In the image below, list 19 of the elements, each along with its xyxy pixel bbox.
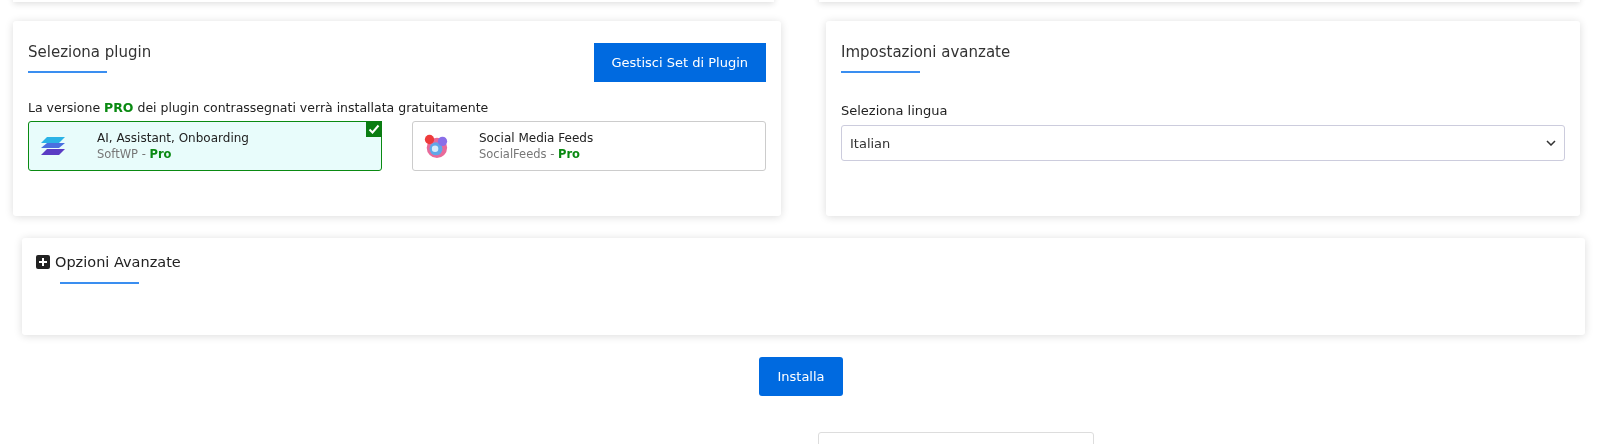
plugin-vendor: SoftWP - Pro bbox=[97, 147, 173, 161]
checkbox-checked-icon bbox=[366, 121, 382, 137]
layers-icon bbox=[39, 135, 67, 157]
section-title: Seleziona plugin bbox=[28, 43, 152, 61]
field-label: Seleziona lingua bbox=[841, 103, 949, 118]
notice-text: La versione PRO dei plugin contrassegnati verrà installata gratuitamente bbox=[28, 100, 490, 115]
install-button[interactable]: Installa bbox=[759, 357, 843, 396]
plugin-option[interactable]: AI, Assistant, Onboarding SoftWP - Pro bbox=[28, 121, 382, 171]
advanced-options-toggle[interactable]: Opzioni Avanzate bbox=[36, 254, 181, 270]
chevron-down-icon bbox=[1546, 140, 1556, 146]
expand-plus-icon bbox=[36, 255, 50, 269]
section-title: Impostazioni avanzate bbox=[841, 43, 1012, 61]
plugin-name: Social Media Feeds bbox=[479, 131, 594, 145]
manage-plugins-button[interactable]: Gestisci Set di Plugin bbox=[593, 43, 766, 82]
plugin-option[interactable]: Social Media Feeds SocialFeeds - Pro bbox=[412, 121, 766, 171]
plugin-name: AI, Assistant, Onboarding bbox=[97, 131, 249, 145]
plugin-vendor: SocialFeeds - Pro bbox=[479, 147, 581, 161]
social-bubbles-icon bbox=[423, 133, 449, 159]
language-dropdown[interactable]: Italian bbox=[841, 125, 1565, 161]
